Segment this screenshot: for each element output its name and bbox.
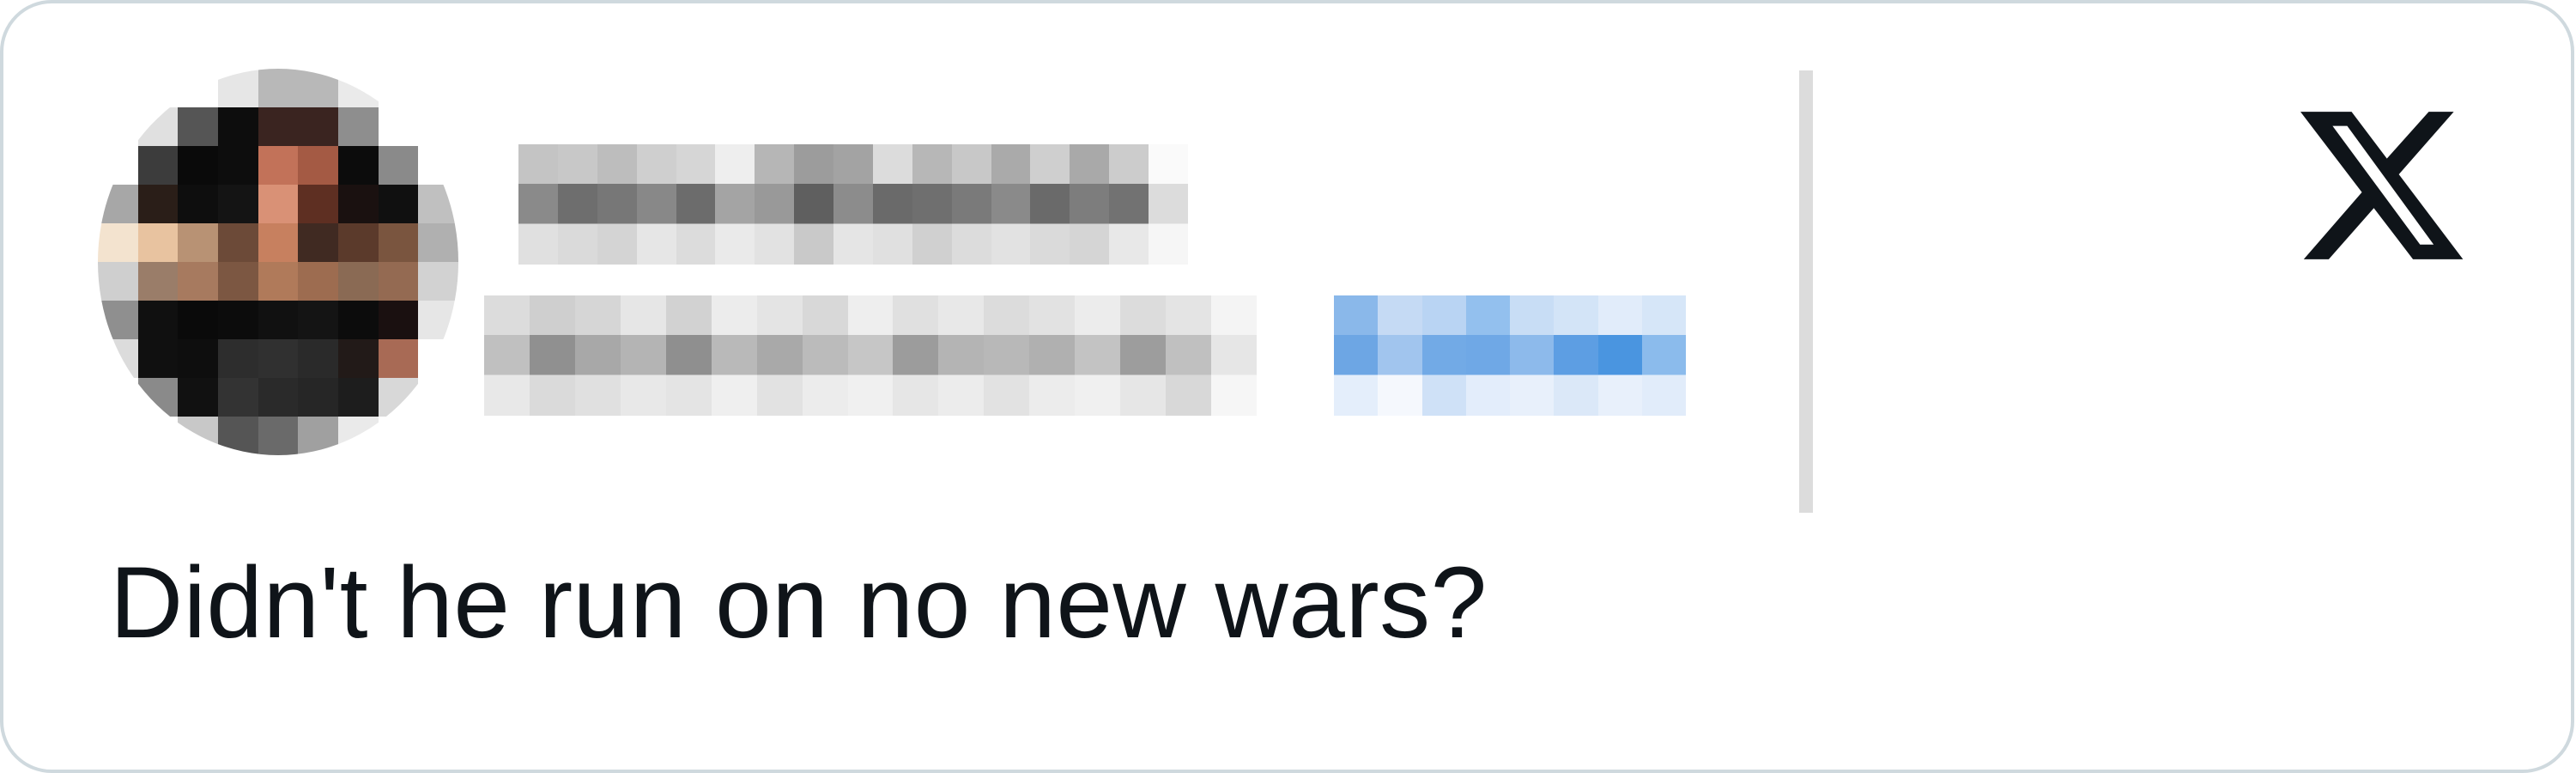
author-name-redacted[interactable] (518, 144, 1188, 265)
avatar[interactable] (98, 69, 458, 455)
header-divider (1799, 70, 1813, 513)
tweet-text: Didn't he run on no new wars? (110, 546, 1488, 660)
x-logo-icon[interactable] (2300, 110, 2464, 261)
tweet-embed-card[interactable]: Didn't he run on no new wars? (0, 0, 2574, 773)
author-handle-redacted[interactable] (484, 295, 1257, 416)
follow-link-redacted[interactable] (1334, 295, 1686, 416)
